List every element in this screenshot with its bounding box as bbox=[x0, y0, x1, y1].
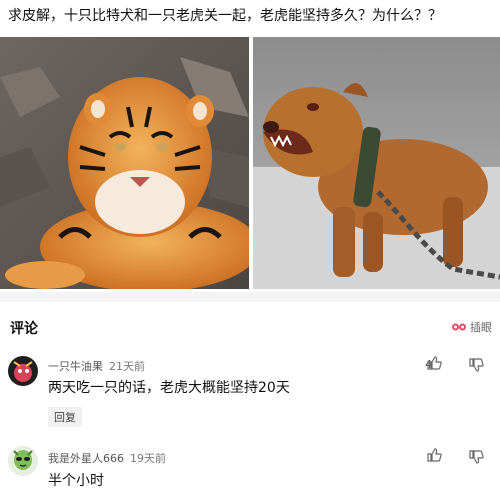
comment-item: 我是外星人666 19天前 半个小时 bbox=[0, 446, 500, 496]
comment-text: 半个小时 bbox=[48, 473, 104, 489]
section-divider bbox=[0, 292, 500, 302]
username[interactable]: 一只牛油果 bbox=[48, 358, 103, 374]
comment-time: 19天前 bbox=[130, 452, 166, 465]
thumbs-down-icon[interactable] bbox=[468, 449, 484, 465]
thumbs-up-icon[interactable] bbox=[426, 355, 442, 371]
comment-meta: 一只牛油果 21天前 bbox=[48, 358, 145, 374]
thumbs-down-icon[interactable] bbox=[468, 357, 484, 373]
thumbs-up-icon[interactable] bbox=[426, 447, 442, 463]
avatar[interactable] bbox=[8, 356, 38, 386]
pitbull-image[interactable] bbox=[253, 37, 500, 289]
comment-meta: 我是外星人666 19天前 bbox=[48, 450, 166, 466]
avatar[interactable] bbox=[8, 446, 38, 476]
comments-title: 评论 bbox=[10, 321, 38, 337]
comment-time: 21天前 bbox=[109, 360, 145, 373]
comment-text: 两天吃一只的话，老虎大概能坚持20天 bbox=[48, 380, 290, 396]
username[interactable]: 我是外星人666 bbox=[48, 450, 124, 466]
eyes-icon bbox=[452, 323, 466, 331]
comments-header: 评论 插眼 bbox=[0, 310, 500, 342]
viewer-mode-label: 插眼 bbox=[470, 321, 492, 334]
reply-button[interactable]: 回复 bbox=[48, 407, 82, 427]
tiger-image[interactable] bbox=[0, 37, 249, 289]
viewer-mode-toggle[interactable]: 插眼 bbox=[451, 319, 492, 335]
image-row bbox=[0, 37, 500, 289]
comment-item: 一只牛油果 21天前 两天吃一只的话，老虎大概能坚持20天 回复 4 bbox=[0, 352, 500, 434]
post-question: 求皮解，十只比特犬和一只老虎关一起，老虎能坚持多久？为什么？？ bbox=[8, 8, 442, 24]
